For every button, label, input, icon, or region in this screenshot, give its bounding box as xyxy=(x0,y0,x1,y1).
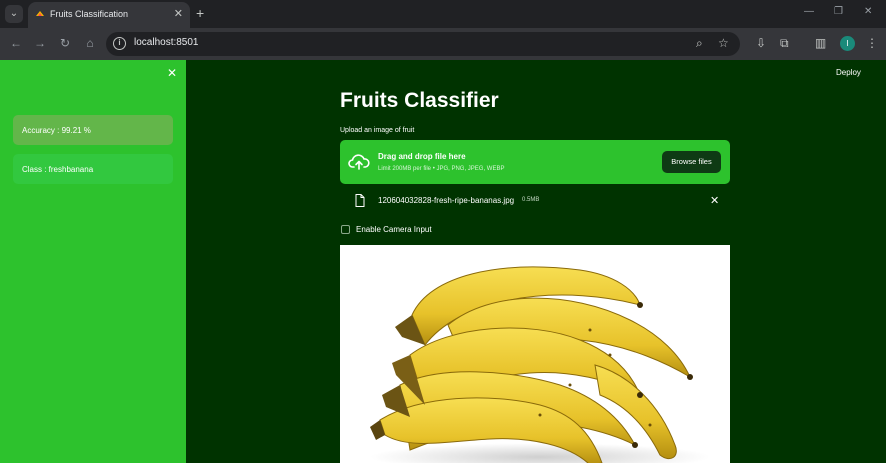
remove-file-icon[interactable]: ✕ xyxy=(710,194,719,207)
reload-icon[interactable]: ↻ xyxy=(58,36,72,50)
address-bar[interactable]: i localhost:8501 ⌕ ☆ xyxy=(106,32,740,56)
sidebar-close-icon[interactable]: ✕ xyxy=(167,66,177,80)
menu-kebab-icon[interactable]: ⋮ xyxy=(866,36,878,50)
back-icon[interactable]: ← xyxy=(9,36,23,50)
forward-icon[interactable]: → xyxy=(33,36,47,50)
camera-checkbox[interactable] xyxy=(341,225,350,234)
minimize-icon[interactable]: — xyxy=(804,6,814,17)
cloud-upload-icon xyxy=(348,154,370,170)
camera-label: Enable Camera Input xyxy=(356,225,432,234)
accuracy-card: Accuracy : 99.21 % xyxy=(13,115,173,145)
browser-tab-bar: ⌄ Fruits Classification ✕ + — ❐ ✕ xyxy=(0,0,886,28)
upload-label: Upload an image of fruit xyxy=(340,127,415,134)
streamlit-favicon-icon xyxy=(36,11,44,16)
restore-icon[interactable]: ❐ xyxy=(834,6,843,17)
extensions-icon[interactable]: ⧉ xyxy=(780,36,789,51)
side-panel-icon[interactable]: ▥ xyxy=(815,36,826,50)
browser-tab[interactable]: Fruits Classification ✕ xyxy=(28,2,190,28)
file-dropzone[interactable]: Drag and drop file here Limit 200MB per … xyxy=(340,140,730,184)
tab-close-icon[interactable]: ✕ xyxy=(174,7,183,20)
zoom-icon[interactable]: ⌕ xyxy=(696,36,703,51)
uploaded-file-row: 120604032828-fresh-ripe-bananas.jpg 0.5M… xyxy=(340,191,730,213)
browse-files-button[interactable]: Browse files xyxy=(662,151,721,173)
url-text[interactable]: localhost:8501 xyxy=(134,37,199,48)
app-viewport: ✕ Accuracy : 99.21 % Class : freshbanana… xyxy=(0,60,886,463)
tab-search-icon[interactable]: ⌄ xyxy=(5,5,23,23)
profile-avatar[interactable]: I xyxy=(840,36,855,51)
browser-toolbar: ← → ↻ ⌂ i localhost:8501 ⌕ ☆ ⇩ ⧉ ▥ I ⋮ xyxy=(0,28,886,60)
file-size: 0.5MB xyxy=(522,197,540,203)
camera-toggle[interactable]: Enable Camera Input xyxy=(340,224,540,238)
banana-bunch-image xyxy=(370,266,710,463)
sidebar: ✕ Accuracy : 99.21 % Class : freshbanana xyxy=(0,60,186,463)
dropzone-title: Drag and drop file here xyxy=(378,152,466,161)
home-icon[interactable]: ⌂ xyxy=(83,36,97,50)
download-icon[interactable]: ⇩ xyxy=(756,36,766,50)
dropzone-limit-text: Limit 200MB per file • JPG, PNG, JPEG, W… xyxy=(378,166,505,172)
deploy-button[interactable]: Deploy xyxy=(836,68,861,77)
tab-title: Fruits Classification xyxy=(50,9,129,19)
file-icon xyxy=(355,194,365,207)
site-info-icon[interactable]: i xyxy=(113,37,126,50)
bookmark-star-icon[interactable]: ☆ xyxy=(718,36,729,50)
file-name: 120604032828-fresh-ripe-bananas.jpg xyxy=(378,196,515,205)
window-close-icon[interactable]: ✕ xyxy=(864,6,872,17)
class-card: Class : freshbanana xyxy=(13,154,173,184)
uploaded-image xyxy=(340,245,730,463)
page-title: Fruits Classifier xyxy=(340,89,499,112)
new-tab-icon[interactable]: + xyxy=(196,5,204,21)
